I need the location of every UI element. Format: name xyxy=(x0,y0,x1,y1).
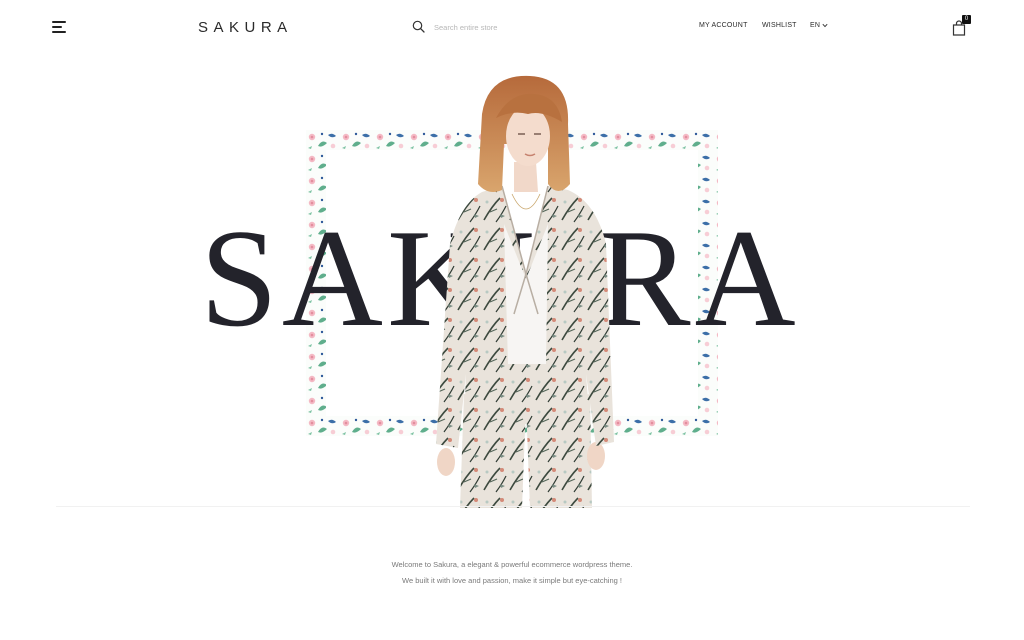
search-bar xyxy=(412,18,622,38)
intro-text: Welcome to Sakura, a elegant & powerful … xyxy=(212,557,812,589)
model-photo xyxy=(436,75,614,508)
cart-count-badge: 0 xyxy=(962,15,971,24)
search-icon[interactable] xyxy=(412,20,425,33)
site-logo[interactable]: SAKURA xyxy=(198,19,293,36)
my-account-link[interactable]: MY ACCOUNT xyxy=(699,22,748,29)
intro-line-1: Welcome to Sakura, a elegant & powerful … xyxy=(391,560,633,569)
site-header: SAKURA MY ACCOUNT WISHLIST EN 0 xyxy=(0,0,1024,56)
language-selector[interactable]: EN xyxy=(810,22,828,29)
hero-banner[interactable]: SAKURA xyxy=(0,56,1024,508)
search-input[interactable] xyxy=(434,19,614,35)
intro-line-2: We built it with love and passion, make … xyxy=(402,576,622,585)
wishlist-link[interactable]: WISHLIST xyxy=(762,22,797,29)
cart-button[interactable]: 0 xyxy=(951,15,973,37)
section-divider xyxy=(56,506,970,507)
page: SAKURA MY ACCOUNT WISHLIST EN 0 xyxy=(0,0,1024,640)
chevron-down-icon xyxy=(822,23,828,27)
language-label: EN xyxy=(810,22,821,29)
hamburger-menu-icon[interactable] xyxy=(52,20,68,34)
